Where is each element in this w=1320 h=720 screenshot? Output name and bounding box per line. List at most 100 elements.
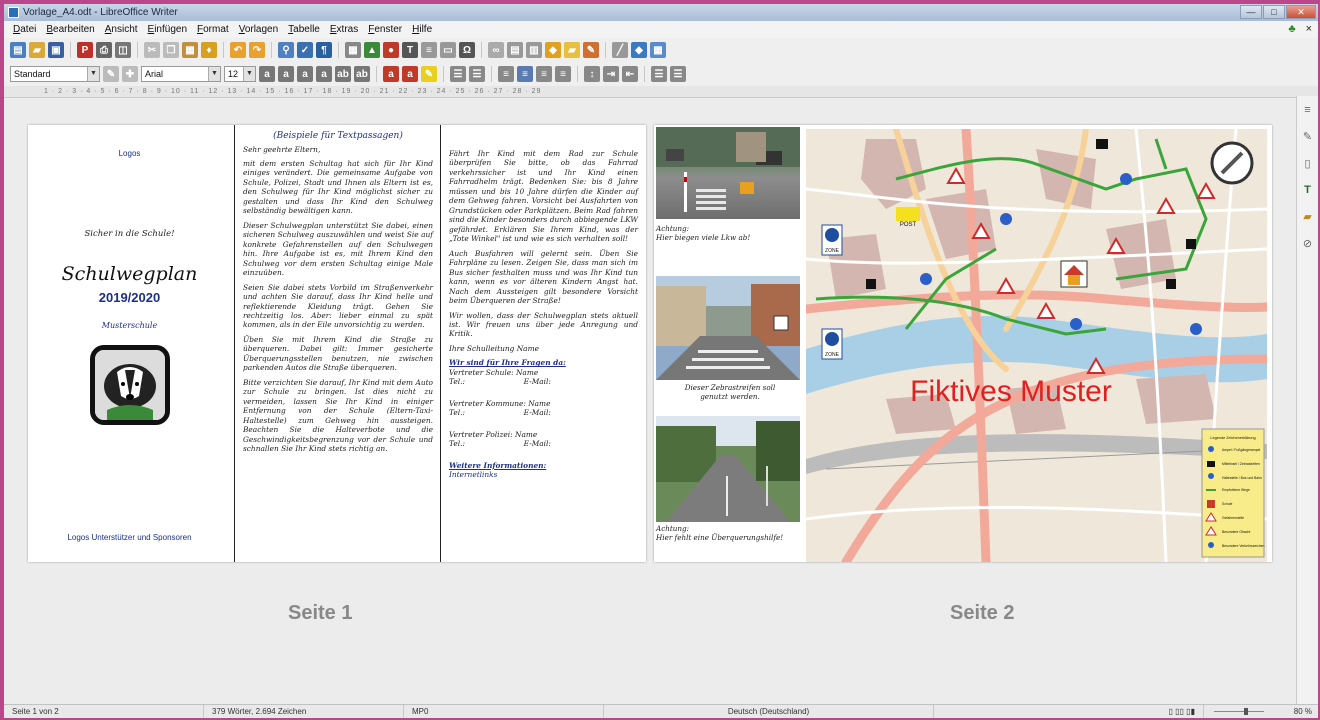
badger-mascot-image: [89, 345, 170, 426]
hyperlink-icon[interactable]: ∞: [488, 42, 504, 58]
subscript-icon[interactable]: ab: [354, 66, 370, 82]
view-layout-icons[interactable]: ▯ ▯▯ ▯▮: [934, 705, 1204, 718]
line-icon[interactable]: ╱: [612, 42, 628, 58]
paste-icon[interactable]: ▦: [182, 42, 198, 58]
update-style-icon[interactable]: ✎: [103, 66, 119, 82]
school-marker: [1060, 260, 1088, 288]
bold-icon[interactable]: a: [259, 66, 275, 82]
document-workspace[interactable]: Logos Sicher in die Schule! Schulwegplan…: [4, 122, 1296, 704]
svg-text:Legende Zeichenerklärung: Legende Zeichenerklärung: [1210, 436, 1255, 440]
underline-icon[interactable]: a: [297, 66, 313, 82]
special-character-icon[interactable]: Ω: [459, 42, 475, 58]
align-center-icon[interactable]: ≡: [517, 66, 533, 82]
page-count-status[interactable]: Seite 1 von 2: [4, 705, 204, 718]
superscript-icon[interactable]: ab: [335, 66, 351, 82]
comment-icon[interactable]: ▰: [564, 42, 580, 58]
footnote-icon[interactable]: ▤: [507, 42, 523, 58]
maximize-button[interactable]: □: [1263, 5, 1285, 19]
paragraph-spacing-icon[interactable]: ☰: [651, 66, 667, 82]
numbered-list-icon[interactable]: ☰: [469, 66, 485, 82]
menu-bearbeiten[interactable]: Bearbeiten: [41, 24, 99, 35]
font-name-select[interactable]: Arial ▼: [141, 66, 221, 82]
page-style-status[interactable]: MP0: [404, 705, 604, 718]
page-2-label: Seite 2: [950, 602, 1015, 624]
cut-icon[interactable]: ✂: [144, 42, 160, 58]
gallery-icon[interactable]: ▰: [1303, 210, 1311, 223]
svg-text:Besondere Obacht: Besondere Obacht: [1222, 530, 1250, 534]
menu-ansicht[interactable]: Ansicht: [100, 24, 143, 35]
drawing-functions-icon[interactable]: ▦: [650, 42, 666, 58]
insert-textbox-icon[interactable]: T: [402, 42, 418, 58]
justify-icon[interactable]: ≡: [555, 66, 571, 82]
page-icon[interactable]: ▯: [1304, 157, 1310, 170]
export-pdf-icon[interactable]: P: [77, 42, 93, 58]
bullet-list-icon[interactable]: ☰: [450, 66, 466, 82]
font-name-value: Arial: [145, 69, 164, 79]
minimize-button[interactable]: —: [1240, 5, 1262, 19]
internet-links[interactable]: Internetlinks: [449, 470, 638, 479]
basic-shapes-icon[interactable]: ◆: [631, 42, 647, 58]
new-document-icon[interactable]: ▤: [10, 42, 26, 58]
menu-einfuegen[interactable]: Einfügen: [143, 24, 192, 35]
page1-column-3: Fährt Ihr Kind mit dem Rad zur Schule üb…: [441, 125, 646, 562]
update-icon[interactable]: ♣: [1288, 23, 1295, 35]
paragraph-dialog-icon[interactable]: ☰: [670, 66, 686, 82]
zoom-level[interactable]: 80 %: [1294, 707, 1318, 716]
language-status[interactable]: Deutsch (Deutschland): [604, 705, 934, 718]
zone-sign-1: ZONE: [821, 224, 843, 256]
new-style-icon[interactable]: ✚: [122, 66, 138, 82]
italic-icon[interactable]: a: [278, 66, 294, 82]
spellcheck-icon[interactable]: ✓: [297, 42, 313, 58]
horizontal-ruler[interactable]: 1 · 2 · 3 · 4 · 5 · 6 · 7 · 8 · 9 · 10 ·…: [4, 86, 1318, 98]
increase-indent-icon[interactable]: ⇥: [603, 66, 619, 82]
page-break-icon[interactable]: ≡: [421, 42, 437, 58]
zoom-slider[interactable]: [1204, 705, 1294, 718]
font-size-select[interactable]: 12 ▼: [224, 66, 256, 82]
sidebar-menu-icon[interactable]: ≡: [1304, 104, 1310, 116]
menu-vorlagen[interactable]: Vorlagen: [234, 24, 283, 35]
strikethrough-icon[interactable]: a: [316, 66, 332, 82]
menu-datei[interactable]: Datei: [8, 24, 41, 35]
styles-icon[interactable]: T: [1304, 184, 1311, 196]
paragraph-style-select[interactable]: Standard ▼: [10, 66, 100, 82]
align-right-icon[interactable]: ≡: [536, 66, 552, 82]
clear-formatting-icon[interactable]: a: [383, 66, 399, 82]
menu-hilfe[interactable]: Hilfe: [407, 24, 437, 35]
post-label: POST: [900, 222, 917, 228]
print-icon[interactable]: ⎙: [96, 42, 112, 58]
insert-table-icon[interactable]: ▦: [345, 42, 361, 58]
status-bar: Seite 1 von 2 379 Wörter, 2.694 Zeichen …: [4, 704, 1318, 718]
highlight-icon[interactable]: ✎: [421, 66, 437, 82]
save-icon[interactable]: ▣: [48, 42, 64, 58]
align-left-icon[interactable]: ≡: [498, 66, 514, 82]
find-replace-icon[interactable]: ⚲: [278, 42, 294, 58]
redo-icon[interactable]: ↷: [249, 42, 265, 58]
clone-formatting-icon[interactable]: ♦: [201, 42, 217, 58]
navigator-icon[interactable]: ⊘: [1303, 237, 1312, 250]
insert-field-icon[interactable]: ▭: [440, 42, 456, 58]
page-1-label: Seite 1: [288, 602, 353, 624]
close-button[interactable]: ✕: [1286, 5, 1316, 19]
line-spacing-icon[interactable]: ↕: [584, 66, 600, 82]
print-preview-icon[interactable]: ◫: [115, 42, 131, 58]
insert-chart-icon[interactable]: ●: [383, 42, 399, 58]
word-count-status[interactable]: 379 Wörter, 2.694 Zeichen: [204, 705, 404, 718]
menu-fenster[interactable]: Fenster: [363, 24, 407, 35]
menu-format[interactable]: Format: [192, 24, 234, 35]
endnote-icon[interactable]: ▥: [526, 42, 542, 58]
undo-icon[interactable]: ↶: [230, 42, 246, 58]
track-changes-icon[interactable]: ✎: [583, 42, 599, 58]
school-route-map[interactable]: POST ZONE ZONE Fiktives Muster Legende Z…: [806, 129, 1267, 562]
menu-tabelle[interactable]: Tabelle: [283, 24, 325, 35]
copy-icon[interactable]: ❐: [163, 42, 179, 58]
close-document-button[interactable]: ×: [1306, 23, 1312, 35]
insert-image-icon[interactable]: ▲: [364, 42, 380, 58]
bookmark-icon[interactable]: ◆: [545, 42, 561, 58]
open-folder-icon[interactable]: ▰: [29, 42, 45, 58]
formatting-marks-icon[interactable]: ¶: [316, 42, 332, 58]
properties-icon[interactable]: ✎: [1303, 130, 1312, 143]
font-color-icon[interactable]: a: [402, 66, 418, 82]
font-size-value: 12: [228, 69, 239, 79]
decrease-indent-icon[interactable]: ⇤: [622, 66, 638, 82]
menu-extras[interactable]: Extras: [325, 24, 363, 35]
